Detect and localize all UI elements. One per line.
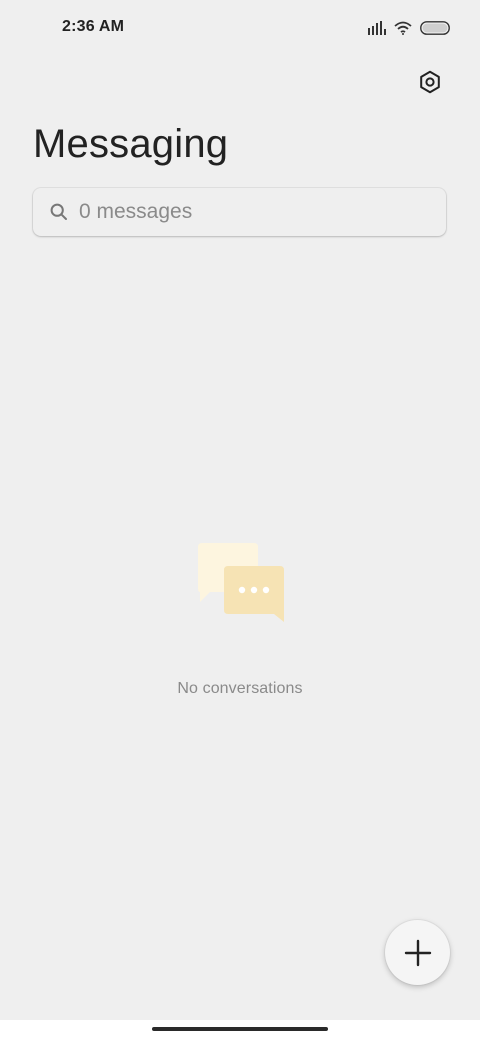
page-title: Messaging <box>33 122 229 166</box>
settings-button[interactable] <box>412 64 448 100</box>
search-bar[interactable] <box>33 188 446 236</box>
signal-icon <box>368 21 386 35</box>
status-icons <box>368 18 450 38</box>
empty-state-text: No conversations <box>177 680 303 697</box>
search-icon <box>50 203 67 220</box>
status-time: 2:36 AM <box>62 18 125 35</box>
chat-bubbles-icon <box>198 543 284 622</box>
navigation-bar <box>0 1020 480 1040</box>
wifi-icon <box>394 21 412 35</box>
search-input[interactable] <box>79 200 399 224</box>
plus-icon <box>404 939 431 966</box>
empty-state: No conversations <box>0 540 480 698</box>
status-bar: 2:36 AM <box>0 0 480 56</box>
new-conversation-button[interactable] <box>385 920 450 985</box>
home-indicator[interactable] <box>152 1027 328 1031</box>
gear-icon <box>420 70 440 94</box>
battery-icon <box>420 21 450 35</box>
